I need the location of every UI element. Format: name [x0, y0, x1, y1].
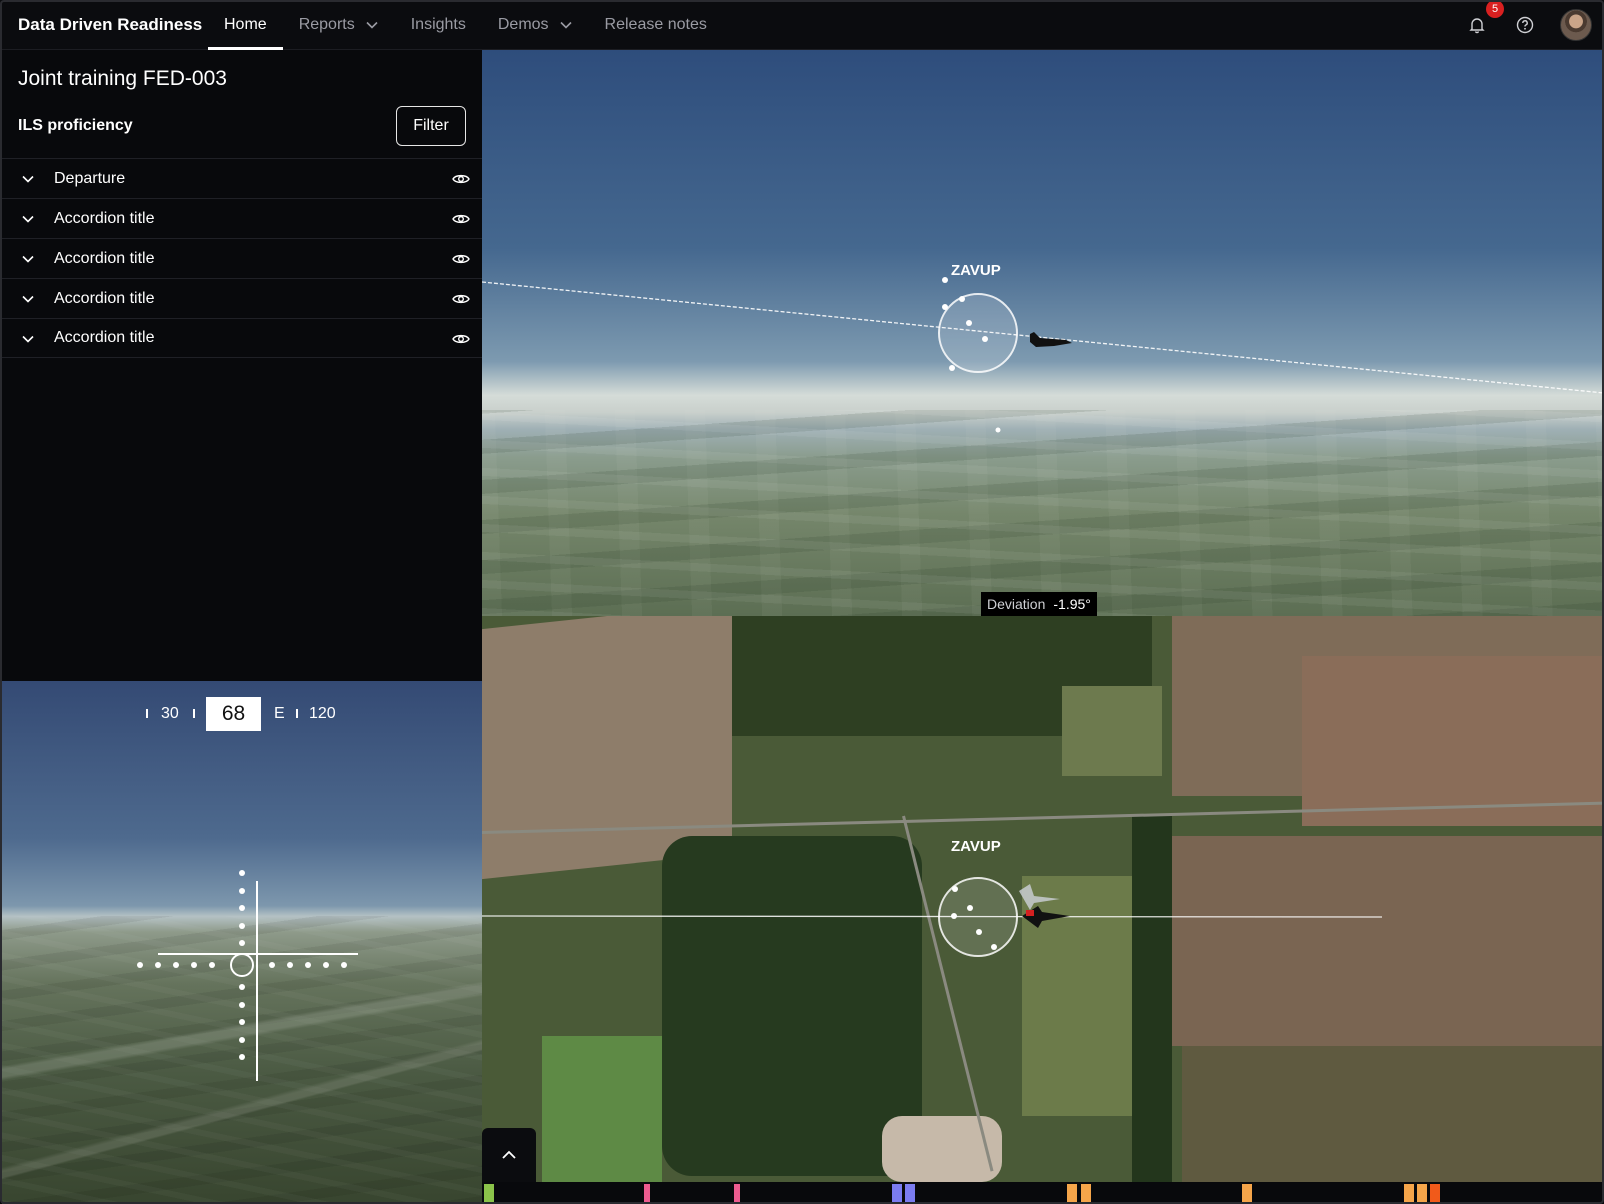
deviation-label: Deviation: [987, 596, 1046, 612]
eye-icon[interactable]: [452, 171, 470, 192]
accordion-item[interactable]: Accordion title: [2, 318, 482, 358]
nav-release-notes[interactable]: Release notes: [589, 0, 723, 50]
nav-demos-label: Demos: [497, 15, 549, 33]
eye-icon[interactable]: [452, 251, 470, 272]
chevron-down-icon: [20, 211, 36, 232]
chevron-down-icon: [20, 331, 36, 352]
timeline-marker[interactable]: [1430, 1184, 1440, 1204]
accordion-label: Departure: [54, 169, 126, 187]
expand-timeline-button[interactable]: [482, 1128, 536, 1182]
accordion-list: Departure Accordion title Accordion titl…: [2, 158, 482, 358]
top-navigation-bar: Data Driven Readiness Home Reports Insig…: [0, 0, 1604, 50]
chevron-down-icon: [365, 18, 379, 32]
ils-crosshair-overlay: [137, 870, 358, 1081]
help-circle-icon: [1516, 16, 1534, 34]
chevron-up-icon: [502, 1150, 516, 1159]
eye-icon[interactable]: [452, 211, 470, 232]
accordion-item-departure[interactable]: Departure: [2, 158, 482, 198]
filter-button[interactable]: Filter: [396, 106, 466, 146]
approach-map-view[interactable]: ZAVUP: [482, 616, 1604, 1182]
accordion-label: Accordion title: [54, 289, 155, 307]
chevron-down-icon: [559, 18, 573, 32]
training-side-panel: Joint training FED-003 ILS proficiency F…: [2, 51, 482, 681]
event-timeline[interactable]: [482, 1182, 1604, 1204]
chevron-down-icon: [20, 171, 36, 192]
help-button[interactable]: [1512, 12, 1538, 38]
accordion-label: Accordion title: [54, 329, 155, 346]
nav-reports-label: Reports: [298, 15, 355, 33]
app-brand[interactable]: Data Driven Readiness: [0, 15, 208, 35]
nav-reports[interactable]: Reports: [283, 0, 395, 50]
nav-demos[interactable]: Demos: [482, 0, 589, 50]
accordion-item[interactable]: Accordion title: [2, 198, 482, 238]
deviation-value: -1.95°: [1053, 596, 1091, 612]
timeline-marker[interactable]: [734, 1184, 740, 1204]
nav-release-notes-label: Release notes: [604, 15, 707, 33]
timeline-marker[interactable]: [1404, 1184, 1414, 1204]
accordion-label: Accordion title: [54, 209, 155, 227]
timeline-marker[interactable]: [1067, 1184, 1077, 1204]
timeline-marker[interactable]: [905, 1184, 915, 1204]
accordion-item[interactable]: Accordion title: [2, 278, 482, 318]
nav-insights-label: Insights: [410, 15, 466, 33]
timeline-marker[interactable]: [484, 1184, 494, 1204]
approach-3d-view[interactable]: ZAVUP Deviation -1.95°: [482, 50, 1604, 616]
timeline-marker[interactable]: [1081, 1184, 1091, 1204]
eye-icon[interactable]: [452, 291, 470, 312]
cockpit-view[interactable]: 30 68 E 120: [2, 681, 482, 1204]
user-avatar[interactable]: [1560, 9, 1592, 41]
deviation-readout: Deviation -1.95°: [981, 592, 1097, 616]
jet-icon: [482, 50, 1604, 616]
section-title: ILS proficiency: [18, 117, 133, 134]
flight-path-overlay: [482, 877, 1383, 957]
panel-title: Joint training FED-003: [18, 67, 227, 90]
notification-count-badge: 5: [1486, 0, 1504, 18]
accordion-label: Accordion title: [54, 249, 155, 267]
nav-home-label: Home: [224, 15, 267, 33]
timeline-marker[interactable]: [1242, 1184, 1252, 1204]
timeline-marker[interactable]: [892, 1184, 902, 1204]
waypoint-label: ZAVUP: [951, 262, 1001, 279]
eye-icon[interactable]: [452, 331, 470, 352]
chevron-down-icon: [20, 251, 36, 272]
timeline-marker[interactable]: [644, 1184, 650, 1204]
nav-home[interactable]: Home: [208, 0, 283, 50]
bell-icon: [1469, 18, 1485, 34]
chevron-down-icon: [20, 291, 36, 312]
waypoint-label: ZAVUP: [951, 838, 1001, 855]
notifications-button[interactable]: 5: [1464, 0, 1504, 38]
nav-insights[interactable]: Insights: [395, 0, 482, 50]
accordion-item[interactable]: Accordion title: [2, 238, 482, 278]
timeline-marker[interactable]: [1417, 1184, 1427, 1204]
